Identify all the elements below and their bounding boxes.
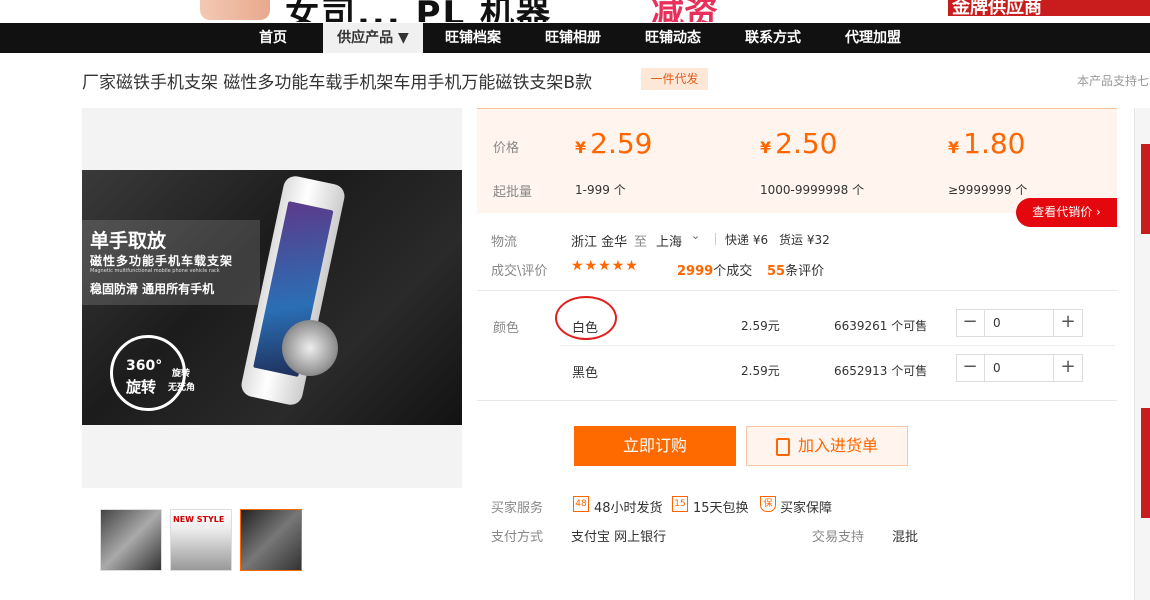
price-label: 价格 [493,141,520,156]
rotate-note-b: 无死角 [168,383,196,393]
nav-item-products[interactable]: 供应产品 ▼ [323,23,423,53]
payment-label: 支付方式 [491,530,544,545]
product-photo: 单手取放 磁性多功能手机车载支架 Magnetic multifunctiona… [82,170,462,425]
minus-button[interactable]: − [957,355,983,381]
ship-to-select[interactable]: 上海 [656,231,682,250]
nav-item-news[interactable]: 旺铺动态 [633,23,713,53]
magnet-mount-image [282,320,338,376]
section-divider [477,290,1117,291]
nav-item-agent[interactable]: 代理加盟 [833,23,913,53]
qty-tier-3: ≥9999999 个 [948,183,1028,197]
deals-reviews-label: 成交\评价 [491,264,548,279]
freight-fee: 货运 ¥32 [779,233,830,247]
annotation-circle [555,296,617,340]
quantity-input[interactable]: 0 [984,310,1054,336]
chevron-down-icon[interactable]: ⌄ [691,229,700,242]
color-label: 颜色 [493,321,520,336]
express-fee: 快递 ¥6 [725,233,769,247]
trade-support-label: 交易支持 [812,530,865,545]
top-banner: 女司... PL 机器 减资 金牌供应商 [0,0,1150,22]
plus-button[interactable]: + [1055,310,1081,336]
photo-headline: 单手取放 [90,230,167,252]
48h-icon: 48 [573,496,589,512]
photo-subhead: 磁性多功能手机车载支架 [90,254,234,268]
service-48h[interactable]: 48小时发货 [594,497,663,516]
minus-button[interactable]: − [957,310,983,336]
main-image-frame[interactable]: 单手取放 磁性多功能手机车载支架 Magnetic multifunctiona… [82,108,462,488]
thumbnail-3-selected[interactable] [240,509,302,571]
nav-item-home[interactable]: 首页 [237,23,309,53]
quantity-input[interactable]: 0 [984,355,1054,381]
rotate-degree: 360° [126,358,163,374]
rating-stars: ★★★★★ [571,258,639,274]
logistics-label: 物流 [491,235,518,250]
shop-nav-bar: 首页 供应产品 ▼ 旺铺档案 旺铺相册 旺铺动态 联系方式 代理加盟 [0,23,1150,53]
sku-price-black: 2.59元 [741,364,780,378]
qty-tier-2: 1000-9999998 个 [760,183,865,197]
service-15day[interactable]: 15天包换 [693,497,749,516]
deals-count[interactable]: 2999个成交 [677,260,752,279]
nav-item-contact[interactable]: 联系方式 [733,23,813,53]
moq-label: 起批量 [493,185,533,200]
product-title: 厂家磁铁手机支架 磁性多功能车载手机架车用手机万能磁铁支架B款 [82,73,593,93]
right-sidebar [1134,108,1150,600]
price-tier-1: ¥2.59 [575,127,653,160]
row-divider [560,345,1115,346]
add-to-cart-label: 加入进货单 [797,436,878,455]
dropship-tag: 一件代发 [641,68,708,90]
thumbnail-caption: NEW STYLE [173,515,225,524]
rotate-word: 旋转 [126,378,157,396]
sku-name-black: 黑色 [572,366,599,381]
banner-badge: 金牌供应商 [948,0,1150,16]
services-label: 买家服务 [491,501,544,516]
shield-icon: 保 [760,496,776,512]
banner-text-highlight: 减资 [650,0,718,22]
service-guarantee[interactable]: 买家保障 [780,497,832,516]
divider [715,233,716,245]
section-divider [477,400,1117,401]
photo-english: Magnetic multifunctional mobile phone ve… [90,268,220,274]
price-tier-2: ¥2.50 [760,127,838,160]
thumbnail-2[interactable]: NEW STYLE [170,509,232,571]
add-to-cart-button[interactable]: 加入进货单 [746,426,908,466]
clipboard-icon [775,437,790,456]
sku-stock-white: 6639261 个可售 [834,319,928,333]
sku-stock-black: 6652913 个可售 [834,364,928,378]
trade-support-value: 混批 [892,530,919,545]
price-tier-3: ¥1.80 [948,127,1026,160]
sidebar-ad [1141,408,1150,518]
payment-methods: 支付宝 网上银行 [571,530,667,545]
nav-item-profile[interactable]: 旺铺档案 [433,23,513,53]
photo-feature: 稳固防滑 通用所有手机 [90,282,215,296]
ship-to-word: 至 [634,235,648,250]
order-now-button[interactable]: 立即订购 [574,426,736,466]
quantity-stepper-white: − 0 + [956,309,1083,337]
sidebar-ad [1141,144,1150,234]
sku-price-white: 2.59元 [741,319,780,333]
review-count[interactable]: 55条评价 [767,260,824,279]
thumbnail-1[interactable] [100,509,162,571]
price-panel: 价格 起批量 ¥2.59 1-999 个 ¥2.50 1000-9999998 … [477,108,1117,213]
quantity-stepper-black: − 0 + [956,354,1083,382]
rotate-note-a: 旋转 [172,369,191,379]
support-note: 本产品支持七 [1077,74,1150,88]
plus-button[interactable]: + [1055,355,1081,381]
see-dropship-price-button[interactable]: 查看代销价 › [1016,198,1117,227]
qty-tier-1: 1-999 个 [575,183,626,197]
ship-from: 浙江 金华 [571,235,628,250]
banner-text: 女司... PL 机器 [285,0,553,22]
banner-hand-image [200,0,270,20]
15day-icon: 15 [672,496,688,512]
nav-item-album[interactable]: 旺铺相册 [533,23,613,53]
